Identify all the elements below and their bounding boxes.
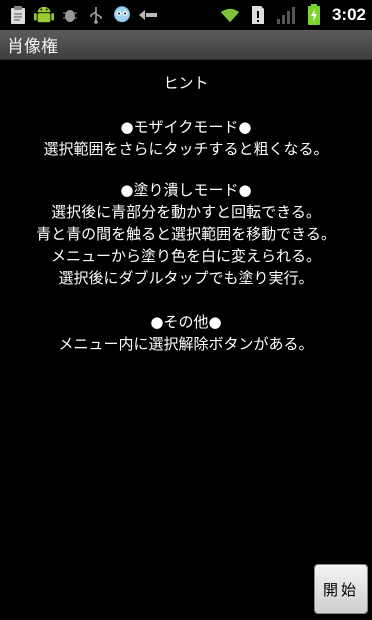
paint-line-2: 青と青の間を触ると選択範囲を移動できる。 — [36, 225, 336, 243]
sim-alert-icon — [248, 5, 268, 25]
hint-heading: ヒント — [163, 74, 209, 92]
signal-arrow-icon — [138, 5, 158, 25]
mosaic-section-title: ●モザイクモード● — [120, 118, 252, 136]
debug-icon — [60, 5, 80, 25]
wifi-icon — [220, 5, 240, 25]
clipboard-icon — [8, 5, 28, 25]
title-bar: 肖像権 — [0, 30, 372, 60]
status-clock: 3:02 — [331, 5, 366, 24]
other-line-1: メニュー内に選択解除ボタンがある。 — [58, 335, 314, 353]
paint-line-4: 選択後にダブルタップでも塗り実行。 — [58, 269, 314, 287]
start-button-label: 開始 — [322, 580, 359, 599]
hint-panel: ヒント ●モザイクモード● 選択範囲をさらにタッチすると粗くなる。 ●塗り潰しモ… — [0, 60, 372, 355]
start-button[interactable]: 開始 — [314, 564, 368, 614]
status-bar: 3:02 — [0, 0, 372, 30]
paint-line-3: メニューから塗り色を白に変えられる。 — [50, 247, 321, 265]
app-title: 肖像権 — [7, 37, 58, 57]
paint-section-title: ●塗り潰しモード● — [120, 181, 252, 199]
other-section-title: ●その他● — [150, 313, 222, 331]
paint-line-1: 選択後に青部分を動かすと回転できる。 — [51, 203, 321, 221]
mosaic-line-1: 選択範囲をさらにタッチすると粗くなる。 — [43, 140, 329, 158]
android-icon — [34, 5, 54, 25]
usb-icon — [86, 5, 106, 25]
cell-signal-icon — [276, 5, 296, 25]
chat-bubble-icon — [112, 5, 132, 25]
battery-charging-icon — [304, 4, 324, 25]
